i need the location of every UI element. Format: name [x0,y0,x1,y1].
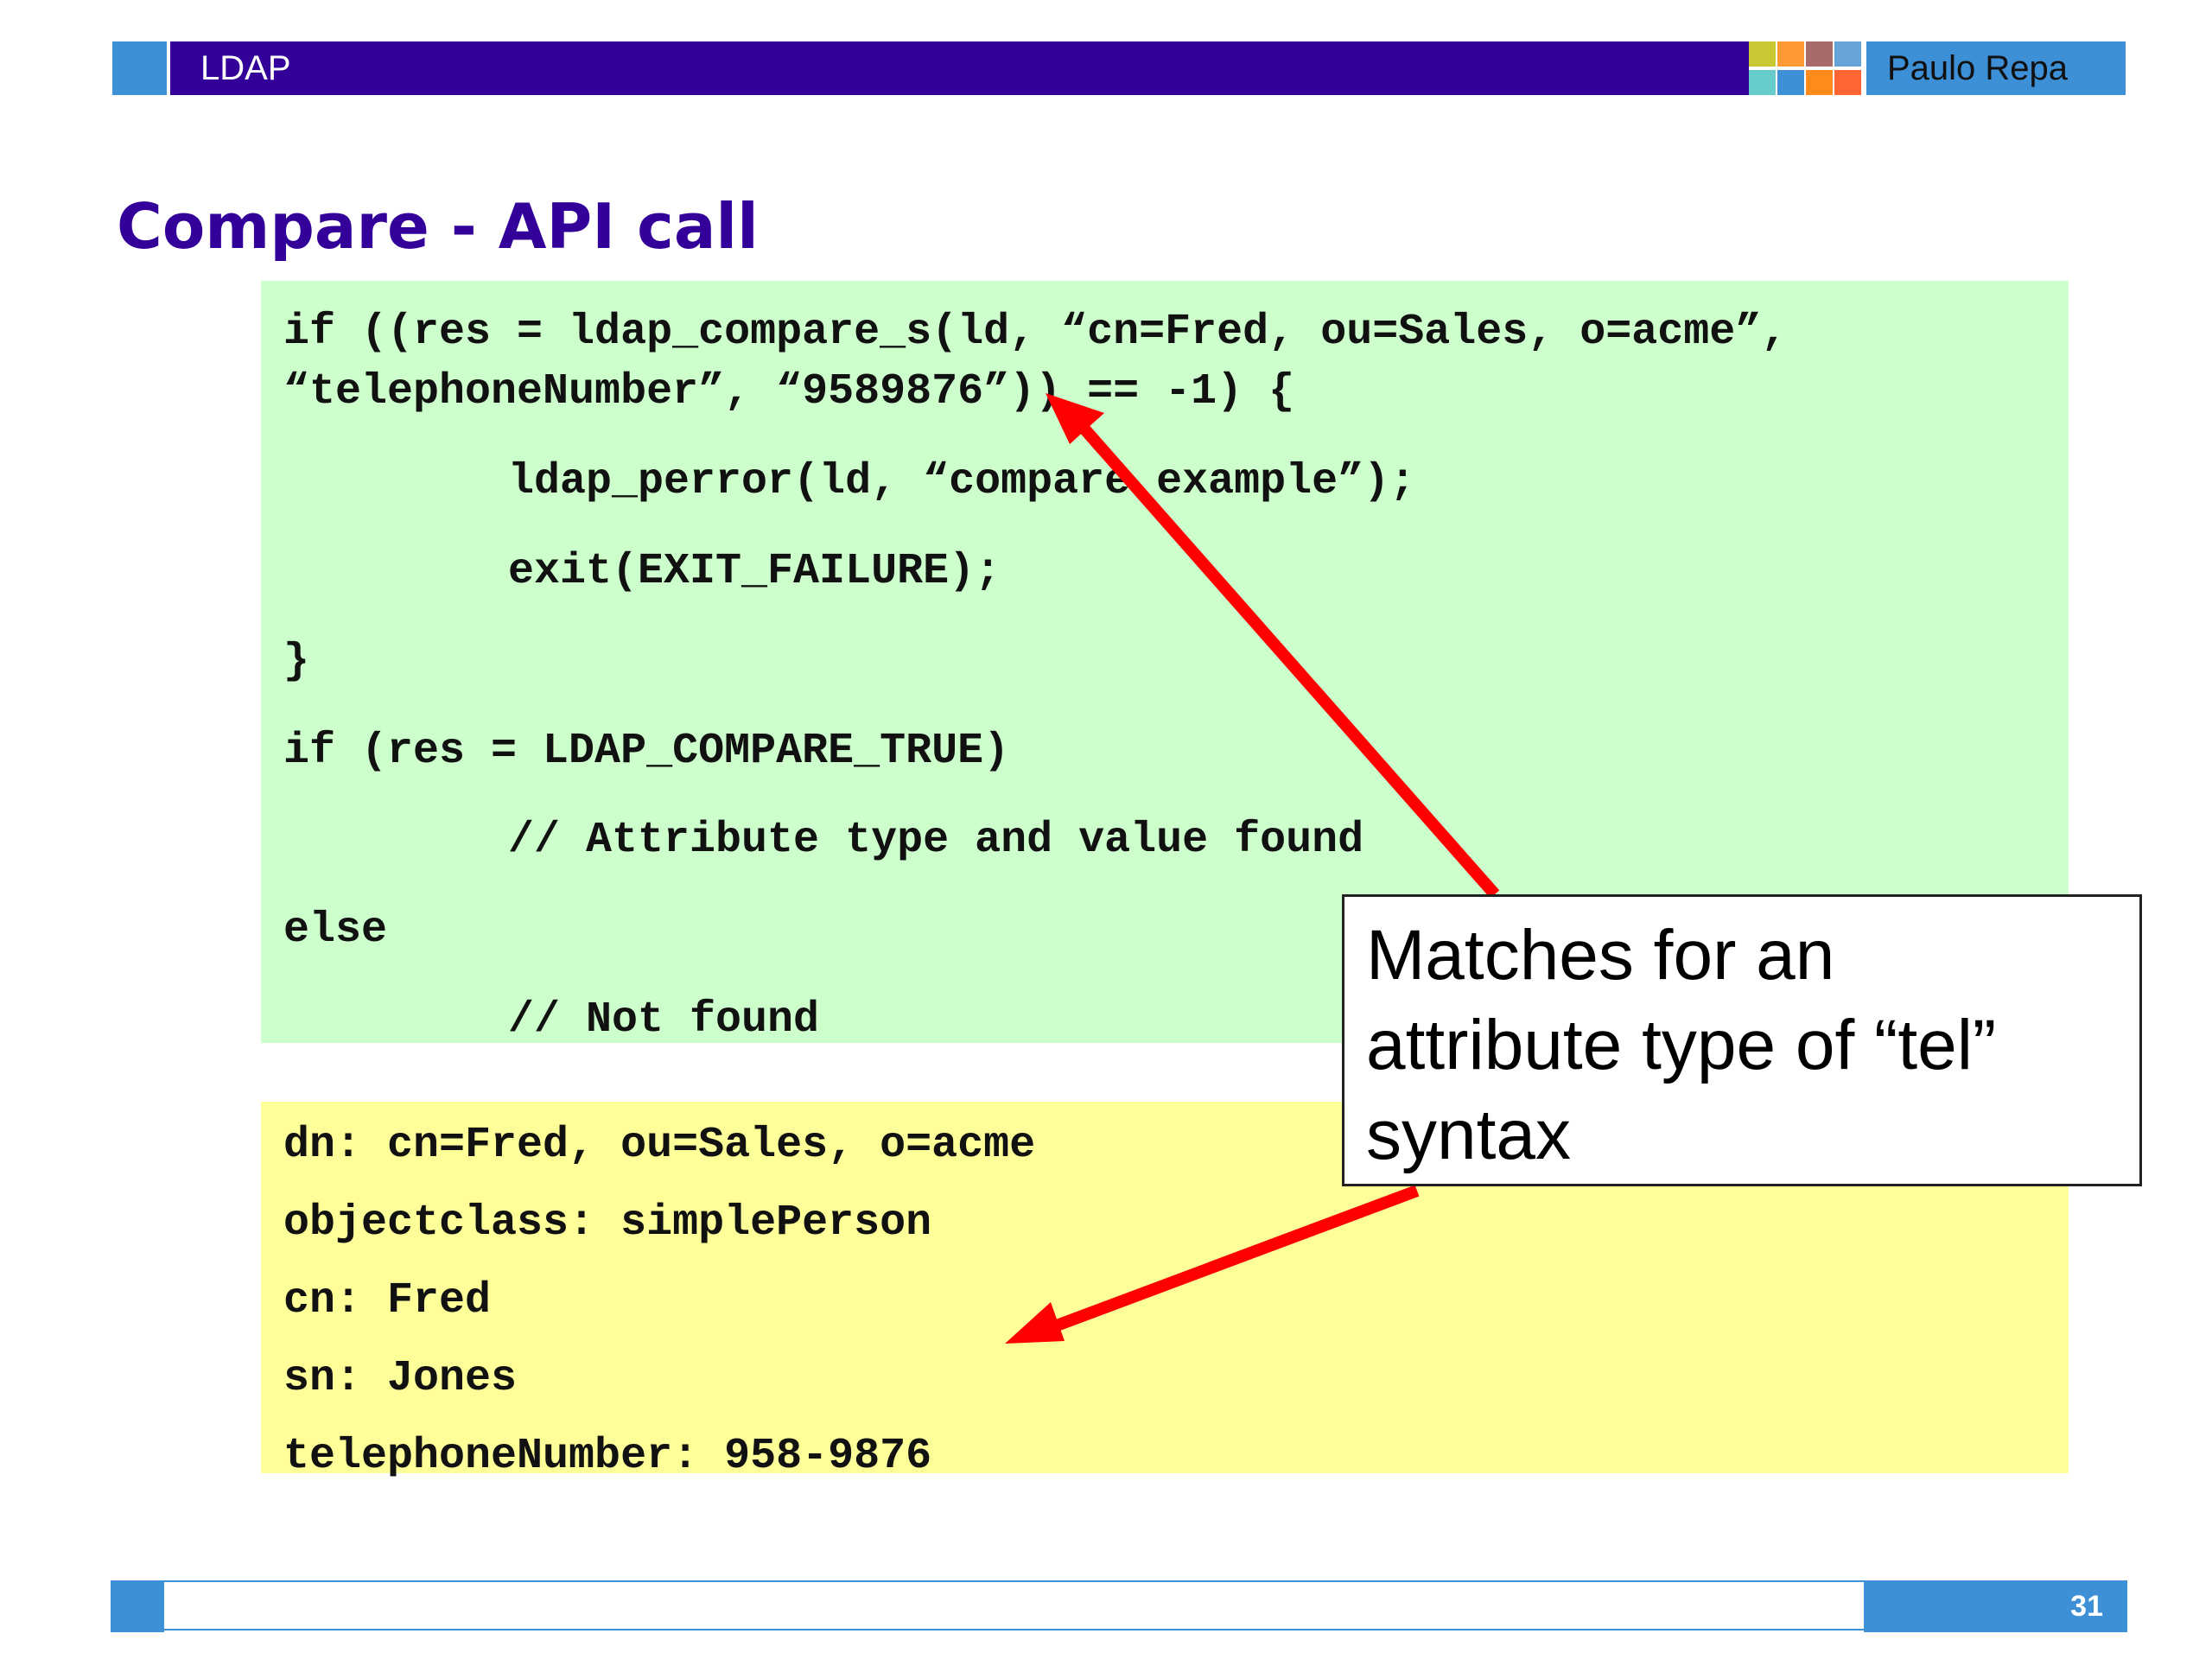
footer-left-block [111,1580,164,1632]
color-square [1749,70,1776,95]
color-square [1777,70,1804,95]
color-square [1749,41,1776,67]
header-author: Paulo Repa [1887,49,2069,87]
color-square [1806,70,1833,95]
callout-line: Matches for an [1366,916,1835,995]
ldif-line: dn: cn=Fred, ou=Sales, o=acme [283,1121,1036,1170]
code-line: else [283,906,388,955]
ldif-line: sn: Jones [283,1354,518,1403]
footer-bar [164,1580,1864,1630]
header-title: LDAP [200,49,291,87]
code-line: // Not found [508,995,820,1045]
code-line: if (res = LDAP_COMPARE_TRUE) [283,727,1010,776]
ldif-line: objectclass: simplePerson [283,1198,932,1248]
page-number: 31 [2070,1590,2103,1623]
ldif-line: telephoneNumber: 958-9876 [283,1432,932,1481]
footer-right-block: 31 [1864,1580,2127,1632]
header-color-squares [1749,41,1863,95]
color-square [1806,41,1833,67]
code-line: // Attribute type and value found [508,816,1364,865]
header-left-block [112,41,167,95]
callout-line: attribute type of “tel” [1366,1006,1997,1084]
callout-text: Matches for an attribute type of “tel” s… [1366,911,2126,1180]
color-square [1777,41,1804,67]
color-square [1834,70,1861,95]
header-author-box: Paulo Repa [1866,41,2126,95]
callout-line: syntax [1366,1096,1571,1174]
callout-box: Matches for an attribute type of “tel” s… [1342,894,2142,1186]
code-line: if ((res = ldap_compare_s(ld, “cn=Fred, … [283,308,1788,357]
header-bar: LDAP [170,41,1749,95]
code-line: “telephoneNumber”, “9589876”)) == -1) { [283,367,1295,416]
ldif-line: cn: Fred [283,1276,492,1325]
color-square [1834,41,1861,67]
code-line: } [283,637,310,686]
code-line: exit(EXIT_FAILURE); [508,547,1001,596]
code-line: ldap_perror(ld, “compare example”); [508,457,1416,506]
slide-title: Compare - API call [117,190,759,263]
